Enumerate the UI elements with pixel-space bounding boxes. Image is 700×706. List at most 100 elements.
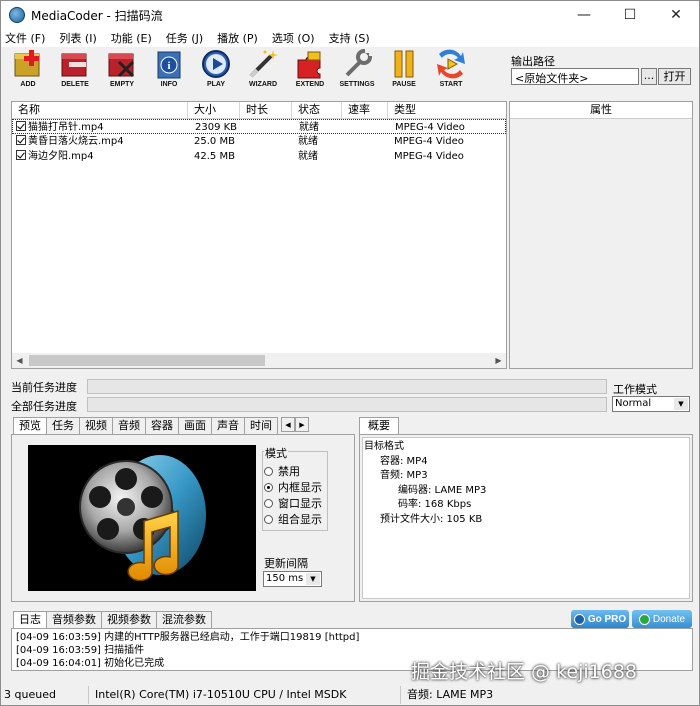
menu-play[interactable]: 播放 (P) (217, 30, 258, 46)
tab-sound[interactable]: 声音 (211, 417, 245, 434)
extend-button[interactable]: EXTEND (287, 48, 333, 92)
column-status[interactable]: 状态 (292, 102, 342, 118)
tree-item[interactable]: 编码器: LAME MP3 (364, 484, 688, 499)
mode-option-window[interactable]: 窗口显示 (264, 495, 322, 511)
info-button[interactable]: i INFO (146, 48, 192, 92)
menu-file[interactable]: 文件 (F) (5, 30, 45, 46)
file-size: 42.5 MB (194, 151, 235, 162)
minimize-button[interactable]: — (561, 1, 607, 29)
output-path-input[interactable]: <原始文件夹> (511, 68, 639, 85)
file-name: 猫猫打吊针.mp4 (28, 122, 104, 133)
tab-log[interactable]: 日志 (13, 611, 47, 629)
work-mode-value: Normal (615, 398, 652, 409)
browse-button[interactable]: ... (641, 68, 657, 85)
empty-button[interactable]: EMPTY (99, 48, 145, 92)
file-list[interactable]: 名称 大小 时长 状态 速率 类型 猫猫打吊针.mp4 2309 KB 就绪 M… (11, 101, 507, 369)
tab-audio-params[interactable]: 音频参数 (46, 611, 102, 628)
scroll-right-icon[interactable]: ▶ (491, 353, 506, 368)
tab-mux-params[interactable]: 混流参数 (156, 611, 212, 628)
mode-option-inner[interactable]: 内框显示 (264, 479, 322, 495)
menu-options[interactable]: 选项 (O) (272, 30, 315, 46)
app-icon (9, 7, 25, 23)
tab-scroll-right-icon[interactable]: ▶ (295, 417, 309, 432)
update-interval-label: 更新间隔 (264, 557, 308, 570)
tab-video-params[interactable]: 视频参数 (101, 611, 157, 628)
maximize-button[interactable]: ☐ (607, 1, 653, 29)
settings-button[interactable]: SETTINGS (334, 48, 380, 92)
star-icon (638, 613, 650, 625)
file-type: MPEG-4 Video (394, 136, 464, 147)
delete-button[interactable]: DELETE (52, 48, 98, 92)
menu-list[interactable]: 列表 (I) (59, 30, 96, 46)
tab-preview[interactable]: 预览 (13, 417, 47, 435)
summary-tree[interactable]: 目标格式 容器: MP4 音频: MP3 编码器: LAME MP3 码率: 1… (362, 437, 690, 599)
globe-icon (573, 613, 585, 625)
open-folder-button[interactable]: 打开 (658, 68, 691, 85)
radio-selected-icon[interactable] (264, 482, 273, 492)
tab-time[interactable]: 时间 (244, 417, 278, 434)
tree-item[interactable]: 预计文件大小: 105 KB (364, 513, 688, 528)
menu-task[interactable]: 任务 (J) (166, 30, 203, 46)
menu-function[interactable]: 功能 (E) (111, 30, 152, 46)
column-name[interactable]: 名称 (12, 102, 188, 118)
column-rate[interactable]: 速率 (342, 102, 388, 118)
tree-item[interactable]: 容器: MP4 (364, 455, 688, 470)
log-line: [04-09 16:03:59] 扫描插件 (16, 645, 145, 656)
go-pro-button[interactable]: Go PRO (571, 610, 629, 628)
tab-summary[interactable]: 概要 (359, 417, 399, 435)
pause-button[interactable]: PAUSE (381, 48, 427, 92)
scroll-thumb[interactable] (29, 355, 265, 366)
play-icon (199, 48, 233, 80)
work-mode-label: 工作模式 (613, 383, 657, 396)
tree-item[interactable]: 目标格式 (364, 440, 688, 455)
tab-video[interactable]: 视频 (79, 417, 113, 434)
scroll-left-icon[interactable]: ◀ (12, 353, 27, 368)
right-tab-strip: 概要 (359, 417, 399, 435)
work-mode-select[interactable]: Normal ▼ (612, 396, 690, 412)
tab-scroll-left-icon[interactable]: ◀ (281, 417, 295, 432)
file-status: 就绪 (299, 122, 319, 133)
tree-item[interactable]: 音频: MP3 (364, 469, 688, 484)
play-button[interactable]: PLAY (193, 48, 239, 92)
radio-icon[interactable] (264, 466, 273, 476)
window-title: MediaCoder - 扫描码流 (31, 8, 163, 23)
table-row[interactable]: 黄昏日落火烧云.mp4 25.0 MB 就绪 MPEG-4 Video (12, 134, 506, 149)
radio-icon[interactable] (264, 498, 273, 508)
donate-button[interactable]: Donate (632, 610, 692, 628)
radio-icon[interactable] (264, 514, 273, 524)
file-size: 2309 KB (195, 122, 238, 133)
add-button[interactable]: ADD (5, 48, 51, 92)
tab-audio[interactable]: 音频 (112, 417, 146, 434)
file-duration (240, 149, 292, 164)
column-duration[interactable]: 时长 (240, 102, 292, 118)
mode-option-disabled[interactable]: 禁用 (264, 463, 300, 479)
file-type: MPEG-4 Video (394, 151, 464, 162)
update-interval-select[interactable]: 150 ms ▼ (263, 571, 322, 587)
chevron-down-icon[interactable]: ▼ (674, 398, 688, 410)
row-checkbox[interactable] (16, 150, 26, 160)
tab-picture[interactable]: 画面 (178, 417, 212, 434)
chevron-down-icon[interactable]: ▼ (306, 573, 320, 585)
status-queued: 3 queued (1, 686, 89, 704)
tab-container[interactable]: 容器 (145, 417, 179, 434)
start-button[interactable]: START (428, 48, 474, 92)
file-list-header: 名称 大小 时长 状态 速率 类型 (12, 102, 506, 119)
start-label: START (439, 81, 463, 88)
column-size[interactable]: 大小 (188, 102, 240, 118)
add-label: ADD (20, 81, 36, 88)
mode-option-combined[interactable]: 组合显示 (264, 511, 322, 527)
row-checkbox[interactable] (16, 135, 26, 145)
file-size: 25.0 MB (194, 136, 235, 147)
tab-task[interactable]: 任务 (46, 417, 80, 434)
tree-item[interactable]: 码率: 168 Kbps (364, 498, 688, 513)
table-row[interactable]: 猫猫打吊针.mp4 2309 KB 就绪 MPEG-4 Video (12, 119, 506, 134)
wizard-button[interactable]: WIZARD (240, 48, 286, 92)
row-checkbox[interactable] (16, 121, 26, 131)
table-row[interactable]: 海边夕阳.mp4 42.5 MB 就绪 MPEG-4 Video (12, 149, 506, 164)
wizard-icon (246, 48, 280, 80)
total-progress-label: 全部任务进度 (11, 400, 77, 413)
close-button[interactable]: ✕ (653, 1, 699, 29)
menu-support[interactable]: 支持 (S) (329, 30, 370, 46)
horizontal-scrollbar[interactable]: ◀ ▶ (12, 353, 506, 368)
column-type[interactable]: 类型 (388, 102, 506, 118)
